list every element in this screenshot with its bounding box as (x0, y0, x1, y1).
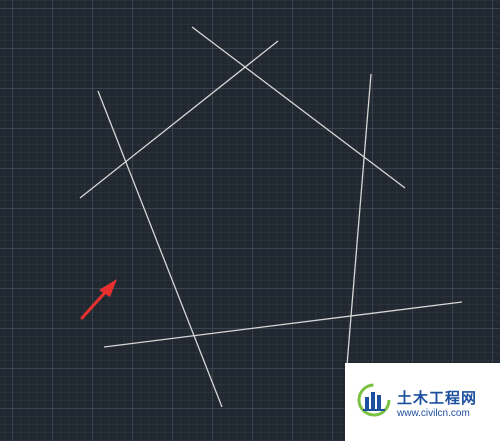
watermark-url: www.civilcn.com (397, 408, 470, 419)
cad-line-top-right[interactable] (191, 26, 406, 189)
cad-line-bottom[interactable] (103, 301, 463, 348)
cad-drawing-viewport[interactable]: 土木工程网 www.civilcn.com (0, 0, 500, 441)
civilcn-logo-icon (357, 383, 391, 417)
red-arrow-icon (80, 279, 117, 320)
cad-line-right[interactable] (346, 73, 372, 366)
watermark-logo: 土木工程网 www.civilcn.com (345, 363, 500, 441)
watermark-name: 土木工程网 (397, 389, 478, 407)
cad-line-left[interactable] (97, 90, 223, 408)
